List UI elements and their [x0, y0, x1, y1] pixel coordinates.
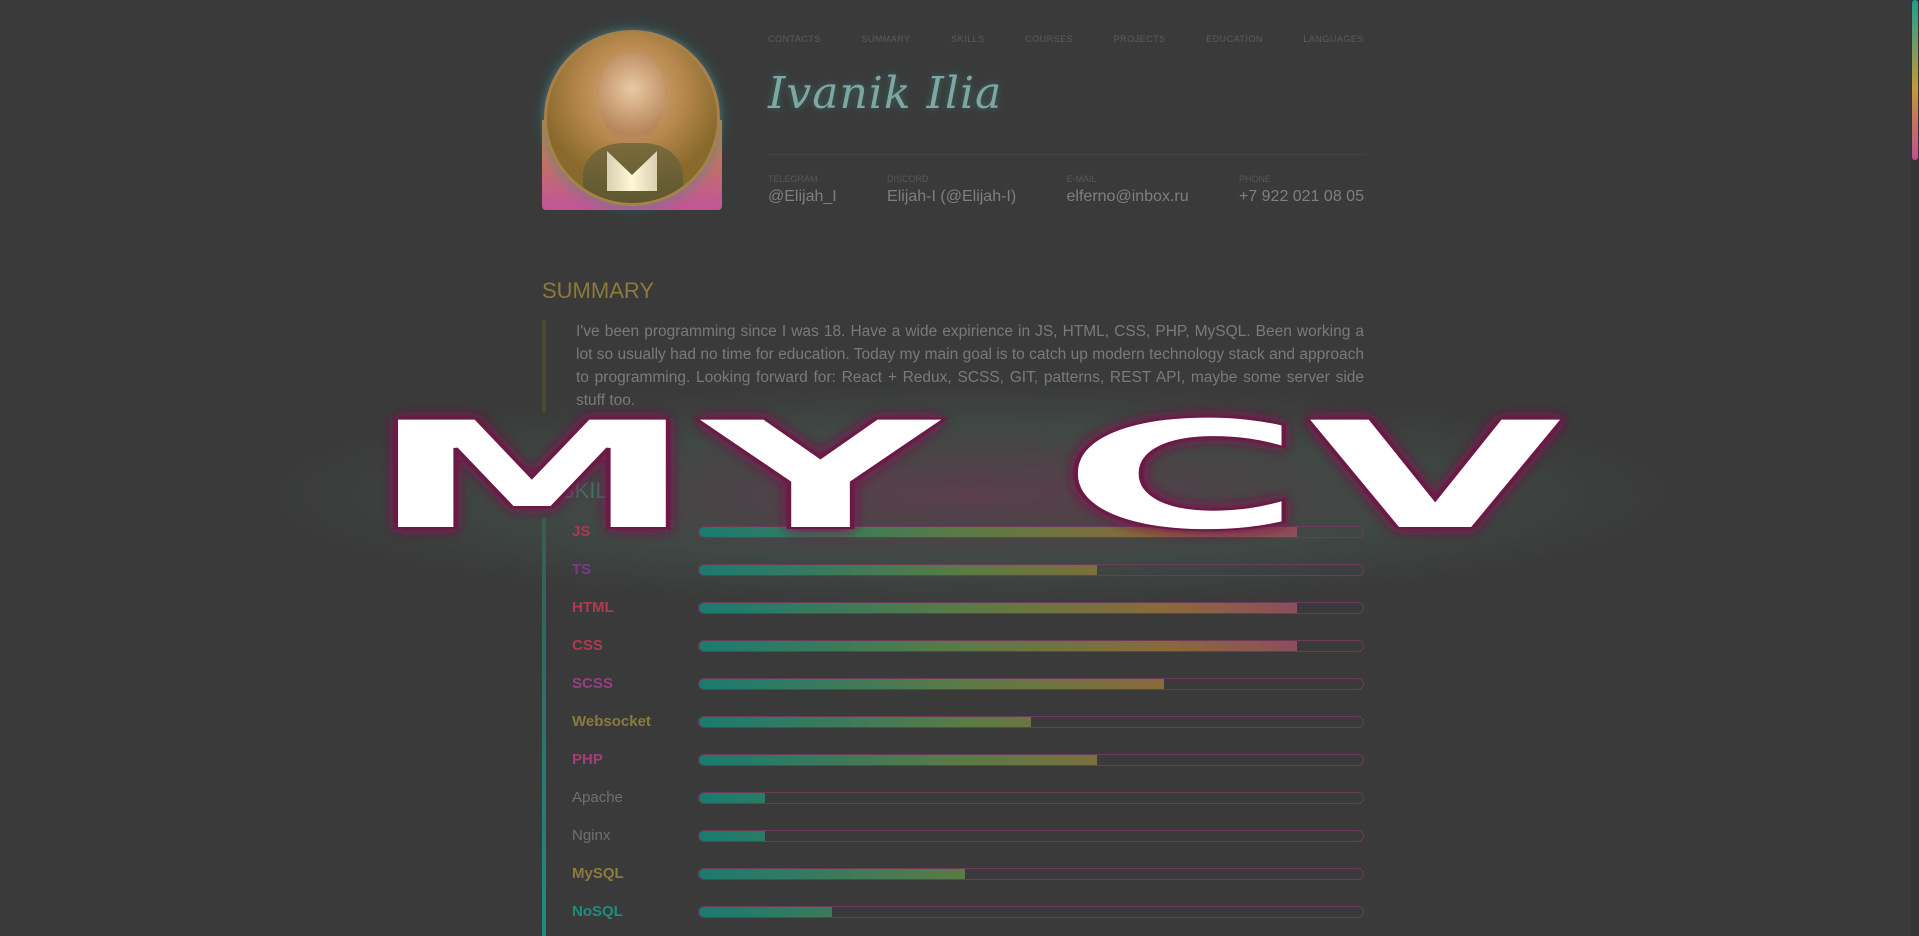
skills-title: SKILLS: [560, 478, 635, 503]
skill-label: HTML: [572, 599, 614, 616]
contact-value[interactable]: +7 922 021 08 05: [1239, 188, 1364, 206]
contact-label: TELEGRAM: [768, 174, 818, 184]
skill-label: PHP: [572, 751, 603, 768]
contact-label: PHONE: [1238, 174, 1271, 184]
skill-label: CSS: [572, 637, 603, 654]
skill-bar-fill: [699, 603, 1297, 613]
skill-row: SCSS: [572, 675, 1364, 692]
skill-bar: [698, 716, 1364, 728]
skill-bar: [698, 868, 1364, 880]
contact-value[interactable]: @Elijah_I: [768, 188, 837, 206]
skill-bar-fill: [699, 641, 1297, 651]
avatar: [542, 30, 722, 210]
scrollbar[interactable]: [1911, 0, 1919, 936]
skill-row: Websocket: [572, 713, 1364, 730]
skill-label: JS: [572, 523, 591, 540]
skill-bar: [698, 640, 1364, 652]
cv-page: CONTACTS SUMMARY SKILLS COURSES PROJECTS…: [542, 0, 1364, 936]
scrollbar-thumb[interactable]: [1912, 0, 1918, 160]
skill-bar: [698, 678, 1364, 690]
top-nav: CONTACTS SUMMARY SKILLS COURSES PROJECTS…: [768, 34, 1364, 44]
contact-phone: PHONE +7 922 021 08 05: [1239, 174, 1364, 206]
nav-skills[interactable]: SKILLS: [951, 34, 985, 44]
nav-education[interactable]: EDUCATION: [1206, 34, 1263, 44]
skill-row: PHP: [572, 751, 1364, 768]
skill-label: Websocket: [572, 713, 651, 730]
skill-bar-fill: [699, 831, 766, 841]
contact-email: E-MAIL elferno@inbox.ru: [1067, 174, 1189, 206]
skill-label: Nginx: [572, 827, 611, 844]
skill-row: MySQL: [572, 865, 1364, 882]
contact-telegram: TELEGRAM @Elijah_I: [768, 174, 837, 206]
skill-label: TS: [572, 561, 592, 578]
skill-row: NoSQL: [572, 903, 1364, 920]
contact-value[interactable]: Elijah-I (@Elijah-I): [887, 188, 1016, 206]
skill-bar: [698, 602, 1364, 614]
skill-bar: [698, 754, 1364, 766]
skill-bar-fill: [699, 565, 1098, 575]
skill-row: HTML: [572, 599, 1364, 616]
skill-bar: [698, 906, 1364, 918]
skill-row: Apache: [572, 789, 1364, 806]
contact-discord: DISCORD Elijah-I (@Elijah-I): [887, 174, 1016, 206]
header-divider: [768, 154, 1364, 155]
avatar-photo: [544, 30, 720, 206]
nav-languages[interactable]: LANGUAGES: [1303, 34, 1364, 44]
nav-contacts[interactable]: CONTACTS: [768, 34, 821, 44]
skill-bar-fill: [699, 717, 1031, 727]
summary-text: I've been programming since I was 18. Ha…: [542, 320, 1364, 412]
summary-title: SUMMARY: [542, 278, 655, 303]
skills-border: [542, 518, 546, 936]
skill-bar-fill: [699, 793, 766, 803]
skill-row: CSS: [572, 637, 1364, 654]
skill-bar-fill: [699, 527, 1297, 537]
skill-label: SCSS: [572, 675, 613, 692]
skill-row: Nginx: [572, 827, 1364, 844]
skill-bar-fill: [699, 907, 832, 917]
nav-projects[interactable]: PROJECTS: [1114, 34, 1166, 44]
nav-summary[interactable]: SUMMARY: [861, 34, 910, 44]
skill-row: JS: [572, 523, 1364, 540]
skill-bar-fill: [699, 869, 965, 879]
contact-label: E-MAIL: [1066, 174, 1097, 184]
skill-bar: [698, 792, 1364, 804]
skill-bar-fill: [699, 679, 1164, 689]
skill-bar: [698, 526, 1364, 538]
nav-courses[interactable]: COURSES: [1025, 34, 1073, 44]
contact-value[interactable]: elferno@inbox.ru: [1067, 188, 1189, 206]
skill-bar: [698, 830, 1364, 842]
skill-bar: [698, 564, 1364, 576]
contact-label: DISCORD: [887, 174, 929, 184]
skill-label: NoSQL: [572, 903, 623, 920]
skill-label: Apache: [572, 789, 623, 806]
skill-row: TS: [572, 561, 1364, 578]
skill-label: MySQL: [572, 865, 624, 882]
profile-name: Ivanik Ilia: [768, 68, 1003, 119]
skill-bar-fill: [699, 755, 1098, 765]
contacts: TELEGRAM @Elijah_I DISCORD Elijah-I (@El…: [768, 174, 1364, 206]
